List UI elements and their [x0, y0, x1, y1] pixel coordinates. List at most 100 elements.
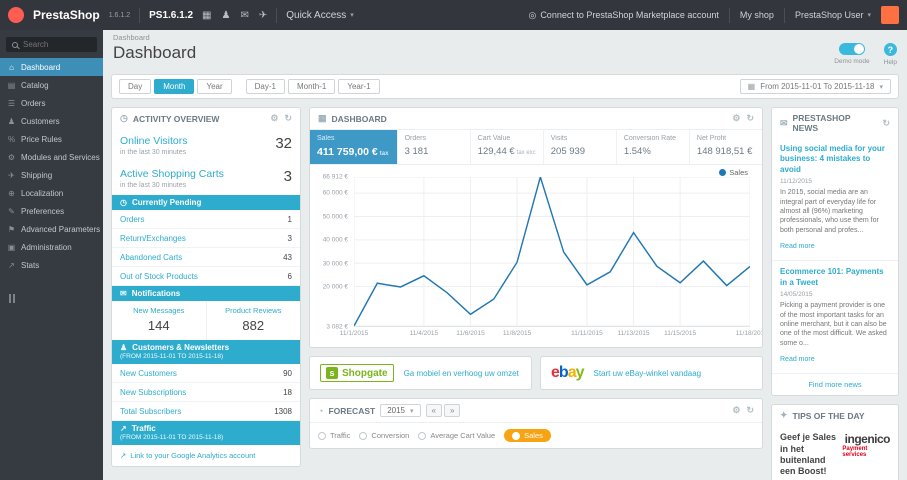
gear-icon[interactable]: ⚙: [732, 113, 740, 124]
refresh-icon[interactable]: ↻: [284, 113, 292, 124]
online-visitors-link[interactable]: Online Visitors: [120, 135, 188, 147]
next-year-button[interactable]: »: [443, 404, 461, 417]
row-link[interactable]: New Subscriptions: [120, 388, 186, 397]
forecast-option-traffic[interactable]: Traffic: [318, 431, 350, 440]
caret-down-icon: ▾: [409, 407, 414, 415]
kpi-visits[interactable]: Visits 205 939: [544, 130, 617, 164]
online-visitors-value: 32: [275, 135, 292, 152]
sidebar-item-orders[interactable]: ☰ Orders: [0, 94, 103, 112]
row-link[interactable]: Abandoned Carts: [120, 253, 182, 262]
kpi-conversion-rate[interactable]: Conversion Rate 1.54%: [617, 130, 690, 164]
product-reviews-cell[interactable]: Product Reviews 882: [205, 301, 301, 340]
filter-year-1-button[interactable]: Year-1: [338, 79, 380, 94]
row-value: 1308: [274, 406, 292, 416]
new-messages-cell[interactable]: New Messages 144: [112, 301, 206, 340]
refresh-icon[interactable]: ↻: [746, 113, 754, 124]
customers-newsletters-header: ♟ Customers & Newsletters (FROM 2015-11-…: [112, 340, 300, 364]
demo-mode-toggle[interactable]: [838, 43, 865, 55]
link-icon: ↗: [120, 451, 127, 460]
news-icon: ✉: [780, 117, 788, 128]
messages-notification-icon[interactable]: ✉: [240, 10, 248, 21]
filter-day-button[interactable]: Day: [119, 79, 152, 94]
help-button[interactable]: ?: [883, 43, 897, 56]
sidebar-item-customers[interactable]: ♟ Customers: [0, 112, 103, 130]
sidebar-collapse-button[interactable]: [9, 290, 94, 308]
previous-year-button[interactable]: «: [425, 404, 442, 417]
marketplace-link[interactable]: ◎ Connect to PrestaShop Marketplace acco…: [528, 10, 718, 21]
row-link[interactable]: Orders: [120, 215, 144, 224]
filter-day-1-button[interactable]: Day-1: [245, 79, 285, 94]
tips-header: ✦ TIPS OF THE DAY: [772, 405, 898, 426]
date-range-label: From 2015-11-01 To 2015-11-18: [760, 82, 875, 91]
forecast-option-average-cart-value[interactable]: Average Cart Value: [418, 431, 495, 440]
x-axis-label: 11/15/2015: [664, 330, 697, 337]
customers-notification-icon[interactable]: ♟: [221, 10, 230, 21]
modules-notification-icon[interactable]: ✈: [259, 10, 267, 21]
refresh-icon[interactable]: ↻: [746, 405, 754, 416]
dashboard-panel-header: ▦ DASHBOARD ⚙ ↻: [310, 108, 762, 129]
caret-down-icon: ▾: [867, 12, 871, 19]
sidebar-item-preferences[interactable]: ✎ Preferences: [0, 202, 103, 220]
news-title-link[interactable]: Using social media for your business: 4 …: [780, 144, 890, 175]
active-carts-link[interactable]: Active Shopping Carts: [120, 168, 224, 180]
date-range-picker[interactable]: ▦ From 2015-11-01 To 2015-11-18 ▾: [739, 79, 891, 94]
sidebar-item-catalog[interactable]: ▤ Catalog: [0, 76, 103, 94]
x-axis-label: 11/13/2015: [617, 330, 650, 337]
find-more-news-link[interactable]: Find more news: [772, 374, 898, 395]
kpi-strip: Sales 411 759,00 €tax excl. Orders 3 181…: [310, 129, 762, 165]
forecast-year-select[interactable]: 2015 ▾: [380, 404, 421, 417]
sidebar-item-modules[interactable]: ⚙ Modules and Services: [0, 148, 103, 166]
x-axis-label: 11/11/2015: [571, 330, 603, 337]
row-link[interactable]: Out of Stock Products: [120, 272, 198, 281]
news-title-link[interactable]: Ecommerce 101: Payments in a Tweet: [780, 267, 890, 288]
gear-icon[interactable]: ⚙: [732, 405, 740, 416]
kpi-cart-value[interactable]: Cart Value 129,44 €tax excl.: [471, 130, 544, 164]
user-avatar[interactable]: [881, 6, 899, 24]
shopgate-logo-icon: s: [326, 367, 338, 379]
read-more-link[interactable]: Read more: [780, 356, 815, 363]
gear-icon[interactable]: ⚙: [270, 113, 278, 124]
sidebar-item-label: Modules and Services: [21, 152, 100, 162]
sidebar-item-advanced-parameters[interactable]: ⚑ Advanced Parameters: [0, 220, 103, 238]
row-link[interactable]: New Customers: [120, 369, 177, 378]
kpi-sub: tax excl.: [516, 150, 536, 156]
forecast-option-sales[interactable]: Sales: [504, 429, 551, 442]
google-analytics-link[interactable]: ↗ Link to your Google Analytics account: [112, 445, 300, 466]
shopgate-link[interactable]: Ga mobiel en verhoog uw omzet: [404, 369, 519, 378]
sidebar-item-label: Shipping: [21, 170, 53, 180]
row-link[interactable]: Return/Exchanges: [120, 234, 186, 243]
ebay-link[interactable]: Start uw eBay-winkel vandaag: [594, 369, 702, 378]
refresh-icon[interactable]: ↻: [882, 118, 890, 129]
sidebar-item-stats[interactable]: ↗ Stats: [0, 256, 103, 274]
forecast-icon: ◔: [318, 405, 324, 416]
shop-name-link[interactable]: PS1.6.1.2: [149, 10, 193, 21]
kpi-sales[interactable]: Sales 411 759,00 €tax excl.: [310, 130, 398, 164]
kpi-value: 129,44 €: [477, 146, 515, 157]
customers-icon: ♟: [7, 116, 16, 126]
cell-value: 144: [147, 318, 170, 333]
filter-year-button[interactable]: Year: [197, 79, 232, 94]
row-link[interactable]: Total Subscribers: [120, 407, 181, 416]
sidebar-item-shipping[interactable]: ✈ Shipping: [0, 166, 103, 184]
filter-month-button[interactable]: Month: [154, 79, 195, 94]
user-menu[interactable]: PrestaShop User ▾: [795, 10, 871, 20]
page-controls: Demo mode ? Help: [834, 43, 899, 66]
chart-legend[interactable]: Sales: [719, 168, 748, 177]
filter-month-1-button[interactable]: Month-1: [287, 79, 336, 94]
forecast-option-conversion[interactable]: Conversion: [359, 431, 409, 440]
sidebar-item-administration[interactable]: ▣ Administration: [0, 238, 103, 256]
section-subtitle: (FROM 2015-11-01 TO 2015-11-18): [120, 434, 224, 441]
my-shop-link[interactable]: My shop: [740, 10, 774, 20]
orders-notification-icon[interactable]: ▦: [202, 10, 211, 21]
demo-mode-label: Demo mode: [834, 58, 870, 65]
kpi-net-profit[interactable]: Net Profit 148 918,51 €: [690, 130, 762, 164]
search-input[interactable]: [23, 40, 91, 49]
sidebar-item-dashboard[interactable]: ⌂ Dashboard: [0, 58, 103, 76]
y-axis-label: 66 912 €: [322, 173, 348, 181]
quick-access-menu[interactable]: Quick Access ▾: [286, 10, 354, 21]
sidebar-item-localization[interactable]: ⊕ Localization: [0, 184, 103, 202]
read-more-link[interactable]: Read more: [780, 243, 815, 250]
sidebar-item-price-rules[interactable]: % Price Rules: [0, 130, 103, 148]
kpi-orders[interactable]: Orders 3 181: [398, 130, 471, 164]
x-axis-label: 11/1/2015: [339, 330, 369, 337]
